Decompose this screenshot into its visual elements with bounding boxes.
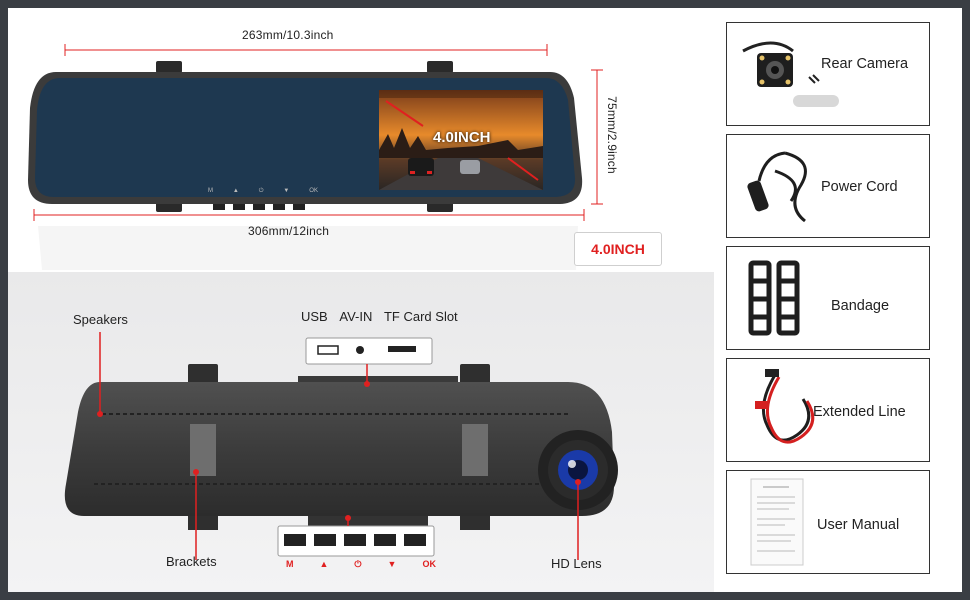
mirror-front-button-labels: M ▲ ⏻ ▼ OK: [208, 188, 318, 195]
accessory-label: Power Cord: [821, 179, 898, 195]
bandage-icon: [748, 260, 800, 336]
main-panel: 263mm/10.3inch 306mm/12inch 75mm/2.9inch…: [8, 8, 714, 592]
bracket-clip: [427, 61, 453, 73]
mirror-front-buttons: [213, 204, 305, 210]
bracket-pad: [462, 424, 488, 476]
product-infographic: 263mm/10.3inch 306mm/12inch 75mm/2.9inch…: [8, 8, 962, 592]
speakers-label: Speakers: [73, 312, 128, 327]
front-label-power: ⏻: [258, 188, 264, 194]
bracket-pad: [190, 424, 216, 476]
brackets-label: Brackets: [166, 554, 217, 569]
front-label-ok: OK: [309, 188, 318, 194]
button-label-m: M: [286, 559, 294, 569]
accessory-label: User Manual: [817, 517, 900, 533]
front-label-m: M: [208, 188, 213, 194]
accessory-rear-camera: Rear Camera: [726, 22, 930, 126]
screen-size-badge: 4.0INCH: [574, 232, 662, 266]
tf-card-slot-label: TF Card Slot: [383, 309, 458, 324]
button-label-ok: OK: [422, 559, 436, 569]
accessory-label: Rear Camera: [821, 56, 909, 72]
manual-icon: [750, 478, 804, 566]
rear-camera-icon: [742, 41, 839, 107]
height-dimension: 75mm/2.9inch: [605, 96, 619, 174]
accessory-power-cord: Power Cord: [726, 134, 930, 238]
accessory-bandage: Bandage: [726, 246, 930, 350]
screen-size-overlay: 4.0INCH: [433, 129, 491, 146]
button-label-up: ▲: [319, 559, 329, 569]
width-bottom-dimension: 306mm/12inch: [248, 224, 330, 238]
bracket-clip: [156, 61, 182, 73]
back-button-labels: M ▲ ⏻ ▼ OK: [286, 559, 436, 570]
power-cord-icon: [747, 151, 807, 223]
av-in-port-label: AV-IN: [339, 309, 373, 324]
port-labels: USB AV-IN TF Card Slot: [301, 309, 458, 324]
hd-lens-label: HD Lens: [551, 556, 602, 571]
mirror-back-body: [64, 382, 615, 516]
front-label-down: ▼: [283, 188, 290, 194]
front-label-up: ▲: [232, 188, 239, 194]
accessory-label: Extended Line: [813, 404, 906, 420]
button-label-down: ▼: [387, 559, 397, 569]
accessory-user-manual: User Manual: [726, 470, 930, 574]
button-label-power: ⏻: [354, 559, 362, 569]
width-top-dimension: 263mm/10.3inch: [242, 28, 334, 42]
usb-port-label: USB: [301, 309, 328, 324]
accessory-extended-line: Extended Line: [726, 358, 930, 462]
accessory-label: Bandage: [831, 298, 890, 314]
